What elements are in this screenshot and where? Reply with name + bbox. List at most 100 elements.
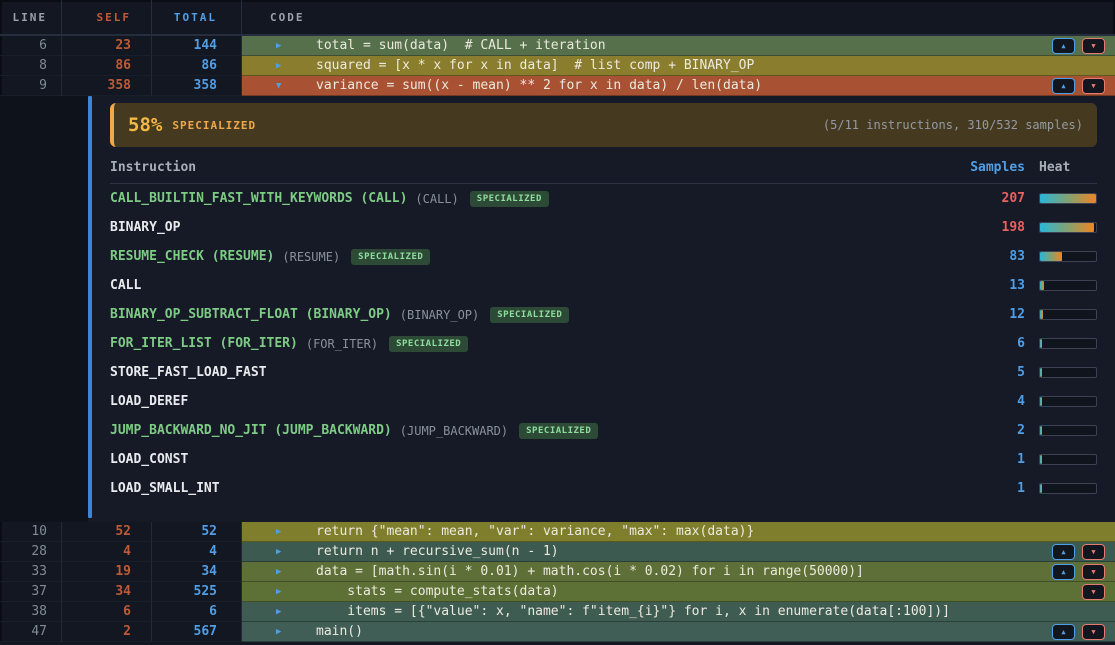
self-samples: 4 <box>62 542 152 562</box>
samples-count: 6 <box>955 336 1025 351</box>
column-header-code: CODE <box>242 0 1115 34</box>
instruction-name: CALL <box>110 278 141 293</box>
nav-up-button[interactable]: ▲ <box>1052 624 1075 640</box>
code-row-6[interactable]: 6 23 144 ▶ total = sum(data) # CALL + it… <box>0 36 1115 56</box>
instruction-name: LOAD_DEREF <box>110 394 188 409</box>
total-samples: 52 <box>152 522 242 542</box>
heat-bar <box>1039 280 1097 291</box>
instruction-main: RESUME_CHECK (RESUME) (RESUME) SPECIALIZ… <box>110 249 955 265</box>
heat-bar-fill <box>1040 368 1042 377</box>
samples-count: 12 <box>955 307 1025 322</box>
code-text: items = [{"value": x, "name": f"item_{i}… <box>242 604 950 619</box>
code-cell[interactable]: ▶ squared = [x * x for x in data] # list… <box>242 56 1115 76</box>
code-cell[interactable]: ▶ return n + recursive_sum(n - 1) ▲ ▼ <box>242 542 1115 562</box>
self-samples: 23 <box>62 36 152 56</box>
specialization-label: SPECIALIZED <box>172 119 256 132</box>
expand-arrow-icon[interactable]: ▶ <box>276 522 281 541</box>
column-header-self: SELF <box>62 0 152 34</box>
samples-count: 4 <box>955 394 1025 409</box>
nav-up-button[interactable]: ▲ <box>1052 544 1075 560</box>
code-row-8[interactable]: 8 86 86 ▶ squared = [x * x for x in data… <box>0 56 1115 76</box>
profiler-app: LINE SELF TOTAL CODE 6 23 144 ▶ total = … <box>0 0 1115 645</box>
code-cell[interactable]: ▶ items = [{"value": x, "name": f"item_{… <box>242 602 1115 622</box>
panel-body: 58% SPECIALIZED (5/11 instructions, 310/… <box>92 96 1115 522</box>
nav-down-button[interactable]: ▼ <box>1082 78 1105 94</box>
heat-bar-fill <box>1040 310 1043 319</box>
instruction-row: LOAD_DEREF 4 <box>110 387 1097 416</box>
instruction-row: CALL_BUILTIN_FAST_WITH_KEYWORDS (CALL) (… <box>110 184 1097 213</box>
column-header-total: TOTAL <box>152 0 242 34</box>
samples-count: 207 <box>955 191 1025 206</box>
code-row-38[interactable]: 38 6 6 ▶ items = [{"value": x, "name": f… <box>0 602 1115 622</box>
code-cell[interactable]: ▶ stats = compute_stats(data) ▼ <box>242 582 1115 602</box>
heat-bar <box>1039 193 1097 204</box>
total-samples: 144 <box>152 36 242 56</box>
expand-arrow-icon[interactable]: ▶ <box>276 542 281 561</box>
samples-count: 13 <box>955 278 1025 293</box>
code-cell[interactable]: ▼ variance = sum((x - mean) ** 2 for x i… <box>242 76 1115 96</box>
code-text: return {"mean": mean, "var": variance, "… <box>242 524 754 539</box>
instruction-name: LOAD_CONST <box>110 452 188 467</box>
heat-bar <box>1039 454 1097 465</box>
instruction-row: FOR_ITER_LIST (FOR_ITER) (FOR_ITER) SPEC… <box>110 329 1097 358</box>
expand-arrow-icon[interactable]: ▶ <box>276 56 281 75</box>
nav-down-button[interactable]: ▼ <box>1082 624 1105 640</box>
nav-up-button[interactable]: ▲ <box>1052 564 1075 580</box>
nav-down-button[interactable]: ▼ <box>1082 564 1105 580</box>
panel-gutter <box>0 96 88 522</box>
expand-arrow-icon[interactable]: ▼ <box>276 76 281 95</box>
heat-bar-fill <box>1040 339 1042 348</box>
code-row-9[interactable]: 9 358 358 ▼ variance = sum((x - mean) **… <box>0 76 1115 96</box>
total-samples: 567 <box>152 622 242 642</box>
code-row-37[interactable]: 37 34 525 ▶ stats = compute_stats(data) … <box>0 582 1115 602</box>
heat-bar <box>1039 367 1097 378</box>
code-cell[interactable]: ▶ data = [math.sin(i * 0.01) + math.cos(… <box>242 562 1115 582</box>
code-row-28[interactable]: 28 4 4 ▶ return n + recursive_sum(n - 1)… <box>0 542 1115 562</box>
instruction-row: CALL 13 <box>110 271 1097 300</box>
code-cell[interactable]: ▶ total = sum(data) # CALL + iteration ▲… <box>242 36 1115 56</box>
code-row-47[interactable]: 47 2 567 ▶ main() ▲ ▼ <box>0 622 1115 642</box>
code-row-10[interactable]: 10 52 52 ▶ return {"mean": mean, "var": … <box>0 522 1115 542</box>
heat-bar <box>1039 251 1097 262</box>
instruction-name: STORE_FAST_LOAD_FAST <box>110 365 267 380</box>
nav-buttons: ▲ ▼ <box>1052 564 1105 580</box>
line-number: 38 <box>0 602 62 622</box>
heat-bar-fill <box>1040 281 1044 290</box>
instruction-main: LOAD_CONST <box>110 452 955 467</box>
nav-up-button[interactable]: ▲ <box>1052 38 1075 54</box>
code-row-33[interactable]: 33 19 34 ▶ data = [math.sin(i * 0.01) + … <box>0 562 1115 582</box>
total-samples: 4 <box>152 542 242 562</box>
expand-arrow-icon[interactable]: ▶ <box>276 622 281 641</box>
specialization-meta: (5/11 instructions, 310/532 samples) <box>823 118 1083 132</box>
instruction-base-name: (RESUME) <box>282 250 340 264</box>
instruction-main: LOAD_SMALL_INT <box>110 481 955 496</box>
self-samples: 86 <box>62 56 152 76</box>
instruction-name: LOAD_SMALL_INT <box>110 481 220 496</box>
nav-down-button[interactable]: ▼ <box>1082 38 1105 54</box>
nav-down-button[interactable]: ▼ <box>1082 544 1105 560</box>
instruction-row: BINARY_OP_SUBTRACT_FLOAT (BINARY_OP) (BI… <box>110 300 1097 329</box>
code-cell[interactable]: ▶ return {"mean": mean, "var": variance,… <box>242 522 1115 542</box>
heat-bar-fill <box>1040 194 1096 203</box>
nav-up-button[interactable]: ▲ <box>1052 78 1075 94</box>
instruction-base-name: (CALL) <box>415 192 458 206</box>
line-number: 8 <box>0 56 62 76</box>
instruction-name: BINARY_OP <box>110 220 180 235</box>
code-cell[interactable]: ▶ main() ▲ ▼ <box>242 622 1115 642</box>
specialization-percent: 58% <box>128 114 162 136</box>
instruction-main: BINARY_OP_SUBTRACT_FLOAT (BINARY_OP) (BI… <box>110 307 955 323</box>
instruction-row: JUMP_BACKWARD_NO_JIT (JUMP_BACKWARD) (JU… <box>110 416 1097 445</box>
expand-arrow-icon[interactable]: ▶ <box>276 602 281 621</box>
heat-column-header: Heat <box>1039 160 1097 175</box>
code-text: data = [math.sin(i * 0.01) + math.cos(i … <box>242 564 864 579</box>
nav-down-button[interactable]: ▼ <box>1082 584 1105 600</box>
expand-arrow-icon[interactable]: ▶ <box>276 582 281 601</box>
expand-arrow-icon[interactable]: ▶ <box>276 562 281 581</box>
expand-arrow-icon[interactable]: ▶ <box>276 36 281 55</box>
specialized-badge: SPECIALIZED <box>519 423 598 439</box>
code-text: total = sum(data) # CALL + iteration <box>242 38 606 53</box>
line-number: 10 <box>0 522 62 542</box>
samples-column-header: Samples <box>955 160 1025 175</box>
total-samples: 34 <box>152 562 242 582</box>
heat-bar <box>1039 396 1097 407</box>
